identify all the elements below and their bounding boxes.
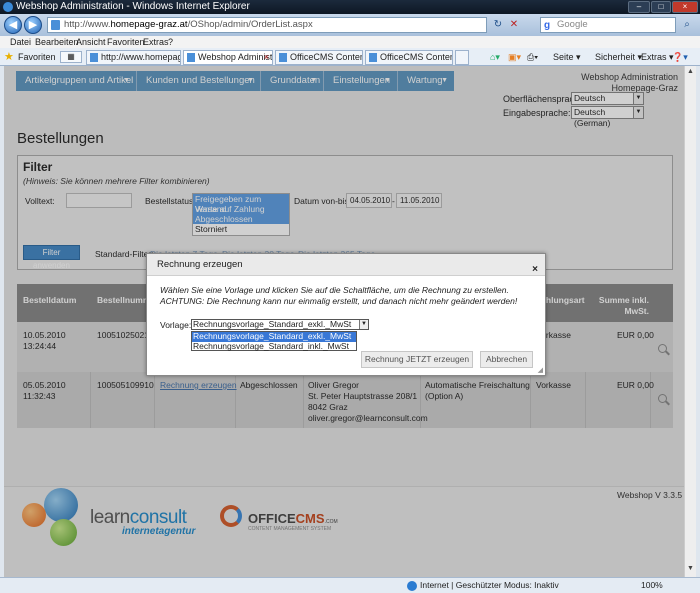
tab-bar: ★ Favoriten ▦ http://www.homepage-... We…: [0, 48, 700, 66]
search-icon[interactable]: ⌕: [680, 18, 694, 32]
back-arrow-icon[interactable]: ◀: [4, 16, 22, 34]
page-icon: [369, 53, 377, 62]
create-invoice-dialog: Rechnung erzeugen × Wählen Sie eine Vorl…: [146, 253, 546, 376]
close-tab-icon[interactable]: ×: [264, 51, 269, 64]
close-window-button[interactable]: ×: [672, 1, 698, 13]
forward-arrow-icon[interactable]: ▶: [24, 16, 42, 34]
menu-help[interactable]: ?: [168, 36, 173, 48]
template-label: Vorlage:: [160, 320, 192, 330]
page-icon: [51, 20, 60, 30]
tab-2-active[interactable]: Webshop Administ... ×: [183, 50, 273, 65]
globe-icon: [407, 581, 417, 591]
address-bar: ◀ ▶ http://www.homepage-graz.at/OShop/ad…: [0, 14, 700, 36]
search-input[interactable]: g Google: [540, 17, 676, 33]
favorites-button[interactable]: ★ Favoriten: [4, 50, 56, 64]
new-tab-button[interactable]: [455, 50, 469, 65]
status-bar: Internet | Geschützter Modus: Inaktiv 10…: [0, 577, 700, 593]
vertical-scrollbar[interactable]: ▲ ▼: [684, 66, 696, 577]
maximize-button[interactable]: □: [651, 1, 671, 13]
menu-datei[interactable]: Datei: [10, 36, 31, 48]
menu-bearbeiten[interactable]: Bearbeiten: [35, 36, 79, 48]
dialog-title: Rechnung erzeugen ×: [147, 254, 545, 276]
print-icon[interactable]: ⎙▾: [527, 52, 538, 63]
window-titlebar: Webshop Administration - Windows Interne…: [0, 0, 700, 14]
template-dropdown-list: Rechnungsvorlage_Standard_exkl._MwSt Rec…: [191, 331, 357, 351]
menu-extras[interactable]: Extras: [143, 36, 169, 48]
menu-ansicht[interactable]: Ansicht: [76, 36, 106, 48]
home-icon[interactable]: ⌂▾: [490, 52, 500, 63]
tab-4[interactable]: OfficeCMS Content Ma...: [365, 50, 453, 65]
quick-tabs-icon[interactable]: ▦: [60, 51, 82, 63]
tools-menu[interactable]: Extras ▾: [641, 52, 674, 63]
resize-grip-icon[interactable]: ◢: [538, 366, 543, 374]
refresh-icon[interactable]: ↻: [491, 18, 505, 32]
star-icon: ★: [4, 51, 14, 63]
zoom-level[interactable]: 100%: [641, 578, 663, 593]
url-input[interactable]: http://www.homepage-graz.at/OShop/admin/…: [47, 17, 487, 33]
page-icon: [187, 53, 195, 62]
security-zone[interactable]: Internet | Geschützter Modus: Inaktiv: [420, 578, 559, 593]
page-menu[interactable]: Seite ▾: [553, 52, 581, 63]
create-invoice-button[interactable]: Rechnung JETZT erzeugen: [361, 351, 473, 368]
stop-icon[interactable]: ✕: [507, 18, 521, 32]
template-select[interactable]: Rechnungsvorlage_Standard_exkl._MwSt ▼: [191, 319, 369, 330]
help-menu[interactable]: ❓▾: [672, 52, 688, 63]
template-option[interactable]: Rechnungsvorlage_Standard_inkl._MwSt: [192, 341, 356, 352]
dialog-message: Wählen Sie eine Vorlage und klicken Sie …: [160, 285, 518, 306]
security-menu[interactable]: Sicherheit ▾: [595, 52, 642, 63]
menu-bar: Datei Bearbeiten Ansicht Favoriten Extra…: [0, 36, 700, 48]
page-icon: [279, 53, 287, 62]
close-icon[interactable]: ×: [532, 259, 538, 281]
minimize-button[interactable]: –: [628, 1, 650, 13]
scroll-down-icon[interactable]: ▼: [686, 565, 695, 575]
chevron-down-icon: ▼: [359, 320, 368, 329]
menu-favoriten[interactable]: Favoriten: [107, 36, 145, 48]
window-title: Webshop Administration - Windows Interne…: [16, 1, 250, 12]
feeds-icon[interactable]: ▣▾: [508, 52, 521, 63]
ie-icon: [3, 2, 13, 12]
google-icon: g: [544, 20, 551, 31]
page-icon: [90, 53, 98, 62]
cancel-button[interactable]: Abbrechen: [480, 351, 533, 368]
scroll-up-icon[interactable]: ▲: [686, 68, 695, 78]
tab-1[interactable]: http://www.homepage-...: [86, 50, 181, 65]
tab-3[interactable]: OfficeCMS Content Ma...: [275, 50, 363, 65]
